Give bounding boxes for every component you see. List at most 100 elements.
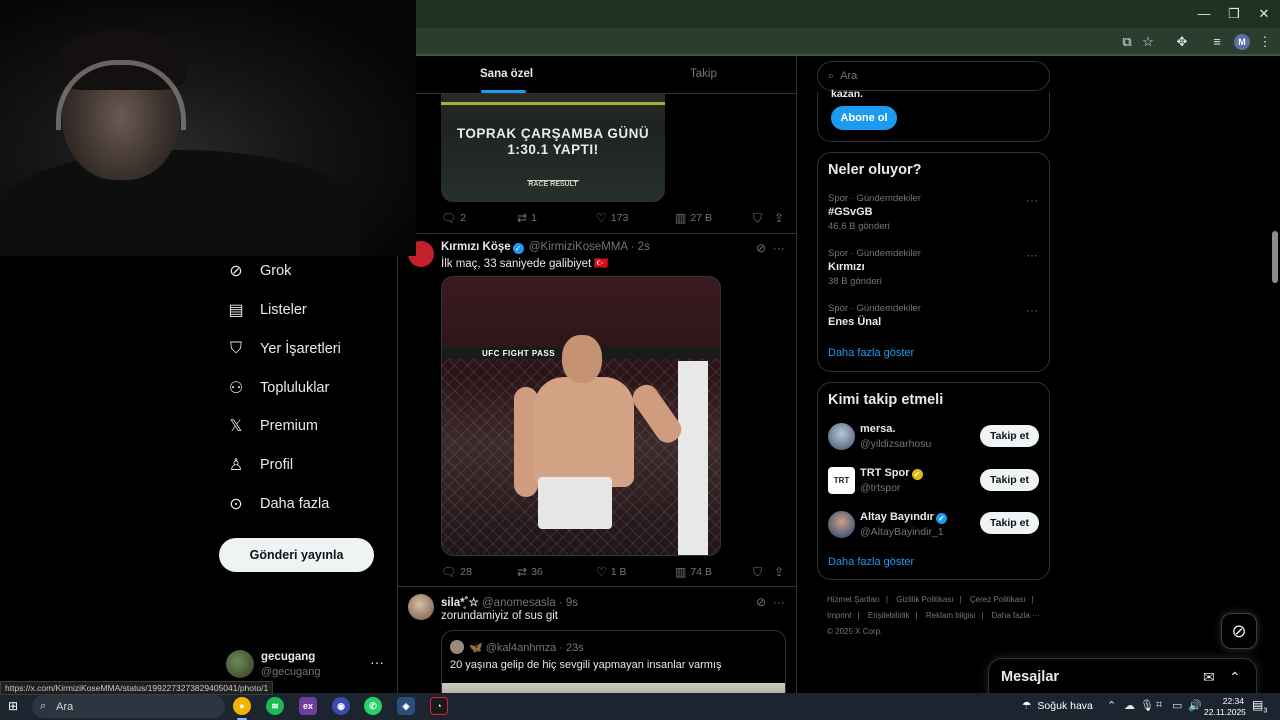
app-icon[interactable]: ◉ <box>332 697 350 715</box>
follow-name[interactable]: mersa. <box>860 423 895 435</box>
reply-button[interactable]: 🗨 2 <box>441 211 466 225</box>
views-button[interactable]: ▥ 27 B <box>675 211 712 225</box>
footer-link-more[interactable]: Daha fazla ··· <box>992 611 1040 620</box>
author-handle[interactable]: @anomesasla <box>482 597 556 609</box>
display-icon[interactable]: ▭ <box>1172 699 1182 712</box>
chrome-app-icon[interactable]: ● <box>233 697 251 720</box>
taskbar-search[interactable]: ⌕ Ara <box>32 695 225 718</box>
more-icon[interactable]: ··· <box>773 241 785 255</box>
show-more-trends-link[interactable]: Daha fazla göster <box>828 347 914 359</box>
extensions-icon[interactable]: ✥ <box>1173 33 1191 51</box>
volume-icon[interactable]: 🔊 <box>1188 699 1202 712</box>
share-button[interactable]: ⇪ <box>774 211 784 225</box>
nav-bookmarks[interactable]: ⛉ Yer İşaretleri <box>226 336 341 362</box>
footer-link-accessibility[interactable]: Erişilebilirlik <box>868 611 910 620</box>
trt-spor-logo[interactable]: TRT <box>828 467 855 494</box>
media-controls-icon[interactable]: ≡ <box>1208 33 1226 51</box>
app-icon[interactable]: ◈ <box>397 697 415 715</box>
trend-name[interactable]: Kırmızı <box>828 261 865 273</box>
page-scrollbar[interactable] <box>1270 56 1280 693</box>
search-input[interactable]: ⌕ Ara <box>817 61 1050 91</box>
app-icon[interactable]: ◔ <box>430 697 448 715</box>
profile-avatar[interactable]: M <box>1234 34 1250 50</box>
tweet-time[interactable]: · 2s <box>631 241 650 253</box>
messages-drawer[interactable]: Mesajlar ✉ ⌃ <box>988 658 1257 698</box>
trend-name[interactable]: #GSvGB <box>828 206 873 218</box>
grok-icon[interactable]: ⊘ <box>756 595 766 609</box>
weather-widget[interactable]: ☂ Soğuk hava <box>1022 700 1093 712</box>
follow-button[interactable]: Takip et <box>980 469 1039 491</box>
trend-name[interactable]: Enes Ünal <box>828 316 881 328</box>
main-feed[interactable]: Sana özel Takip TOPRAK ÇARŞAMBA GÜNÜ 1:3… <box>397 56 797 693</box>
footer-link-terms[interactable]: Hizmet Şartları <box>827 595 880 604</box>
more-icon[interactable]: ··· <box>1026 193 1038 207</box>
tray-chevron-icon[interactable]: ⌃ <box>1107 699 1116 712</box>
footer-link-imprint[interactable]: Imprint <box>827 611 851 620</box>
windows-start-icon[interactable]: ⊞ <box>8 699 22 713</box>
repost-button[interactable]: ⇄ 36 <box>517 565 543 579</box>
repost-button[interactable]: ⇄ 1 <box>517 211 537 225</box>
nav-profile[interactable]: ♙ Profil <box>226 452 293 478</box>
reply-button[interactable]: 🗨 28 <box>441 565 472 579</box>
like-button[interactable]: ♡ 173 <box>596 211 628 225</box>
notification-center-icon[interactable]: ▤3 <box>1252 698 1267 714</box>
network-icon[interactable]: ⌗ <box>1156 699 1162 712</box>
nav-communities[interactable]: ⚇ Topluluklar <box>226 375 330 401</box>
more-icon[interactable]: ··· <box>1026 303 1038 317</box>
quoted-tweet[interactable]: 🦋 @kal4anhmza · 23s 20 yaşına gelip de h… <box>441 630 786 693</box>
whatsapp-app-icon[interactable]: ✆ <box>364 697 382 715</box>
mic-icon[interactable]: 🎙 <box>1140 699 1154 712</box>
show-more-follow-link[interactable]: Daha fazla göster <box>828 556 914 568</box>
follow-button[interactable]: Takip et <box>980 512 1039 534</box>
expand-chevron-icon[interactable]: ⌃ <box>1229 669 1241 686</box>
spotify-app-icon[interactable]: ≋ <box>266 697 284 715</box>
tweet-photo[interactable]: UFC FIGHT PASS <box>441 276 721 556</box>
more-icon[interactable]: ··· <box>1026 248 1038 262</box>
footer-link-ads[interactable]: Reklam bilgisi <box>926 611 975 620</box>
trends-title: Neler oluyor? <box>828 162 922 178</box>
nav-lists[interactable]: ▤ Listeler <box>226 297 306 323</box>
bookmark-button[interactable]: ⛉ <box>753 565 762 580</box>
footer-link-privacy[interactable]: Gizlilik Politikası <box>896 595 953 604</box>
tab-following[interactable]: Takip <box>690 68 717 80</box>
subscribe-button[interactable]: Abone ol <box>831 106 897 130</box>
post-button[interactable]: Gönderi yayınla <box>219 538 374 572</box>
restore-button[interactable]: ❐ <box>1219 4 1249 24</box>
like-button[interactable]: ♡ 1 B <box>596 565 627 579</box>
more-icon[interactable]: ··· <box>773 595 785 609</box>
taskbar-clock[interactable]: 22:34 22.11.2025 <box>1204 696 1246 718</box>
author-handle[interactable]: @KirmiziKoseMMA <box>529 241 628 253</box>
promo-image[interactable]: TOPRAK ÇARŞAMBA GÜNÜ 1:30.1 YAPTI! RACE … <box>441 94 665 202</box>
avatar[interactable] <box>408 594 434 620</box>
grok-floating-button[interactable]: ⊘ <box>1221 613 1257 649</box>
author-name[interactable]: sila*̥˚☆ <box>441 597 479 609</box>
avatar <box>226 650 254 678</box>
author-name[interactable]: Kırmızı Köşe <box>441 241 511 253</box>
more-icon[interactable]: ··· <box>370 654 384 670</box>
follow-name[interactable]: TRT Spor ✓ <box>860 467 925 480</box>
avatar[interactable] <box>828 511 855 538</box>
new-message-icon[interactable]: ✉ <box>1203 669 1215 686</box>
tweet-time[interactable]: · 9s <box>559 597 578 609</box>
nav-premium[interactable]: 𝕏 Premium <box>226 413 318 439</box>
share-button[interactable]: ⇪ <box>774 565 784 579</box>
bookmark-star-icon[interactable]: ☆ <box>1139 33 1157 51</box>
follow-name[interactable]: Altay Bayındır ✓ <box>860 511 949 524</box>
bookmark-button[interactable]: ⛉ <box>753 211 762 226</box>
grok-icon[interactable]: ⊘ <box>756 241 766 255</box>
follow-button[interactable]: Takip et <box>980 425 1039 447</box>
exo-app-icon[interactable]: ex <box>299 697 317 715</box>
footer-link-cookies[interactable]: Çerez Politikası <box>970 595 1026 604</box>
browser-menu-icon[interactable]: ⋮ <box>1256 33 1274 51</box>
nav-more[interactable]: ⊙ Daha fazla <box>226 491 329 517</box>
minimize-button[interactable]: — <box>1189 4 1219 24</box>
close-button[interactable]: ✕ <box>1249 4 1279 24</box>
nav-grok[interactable]: ⊘ Grok <box>226 258 291 284</box>
views-button[interactable]: ▥ 74 B <box>675 565 712 579</box>
account-switcher[interactable]: gecugang @gecugang ··· <box>226 648 386 680</box>
avatar[interactable] <box>828 423 855 450</box>
tab-for-you[interactable]: Sana özel <box>480 68 533 80</box>
scrollbar-thumb[interactable] <box>1272 231 1278 283</box>
cloud-icon[interactable]: ☁ <box>1124 699 1135 712</box>
cast-icon[interactable]: ⧉ <box>1118 33 1136 51</box>
